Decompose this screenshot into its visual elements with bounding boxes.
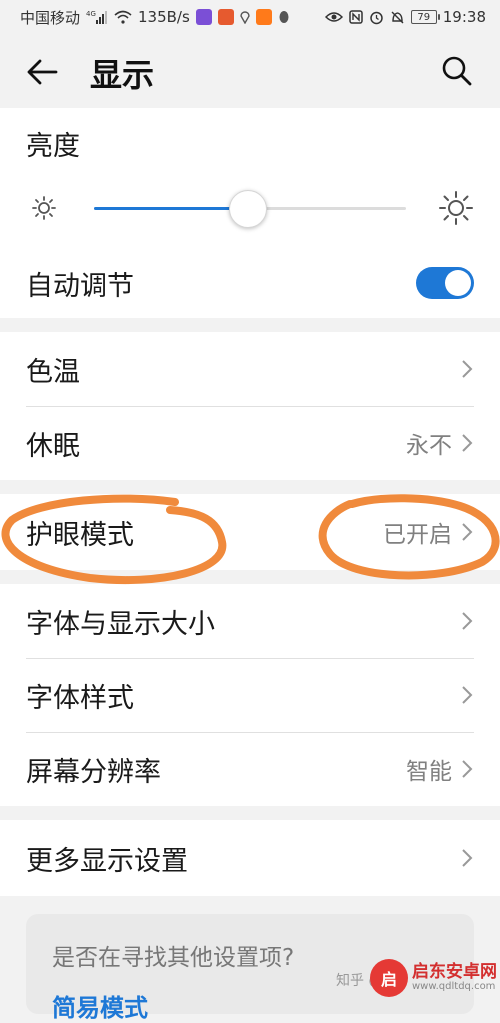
- chevron-right-icon: [462, 686, 473, 704]
- alarm-icon: [369, 10, 384, 25]
- simple-mode-link[interactable]: 简易模式: [52, 988, 148, 1023]
- carrier-label: 中国移动: [20, 8, 81, 27]
- qq-icon: [278, 10, 290, 24]
- chevron-right-icon: [462, 523, 473, 541]
- network-badge: 4G: [86, 10, 96, 18]
- back-button[interactable]: [24, 54, 60, 90]
- brightness-high-icon: [439, 191, 473, 225]
- video-app-icon: [255, 9, 272, 25]
- search-icon: [442, 56, 472, 86]
- color-temp-label: 色温: [26, 356, 80, 388]
- eye-comfort-row[interactable]: 护眼模式 已开启: [0, 494, 500, 570]
- font-size-row[interactable]: 字体与显示大小: [0, 584, 500, 658]
- sleep-row[interactable]: 休眠 永不: [0, 406, 500, 480]
- font-style-row[interactable]: 字体样式: [0, 658, 500, 732]
- sleep-value: 永不: [406, 433, 452, 459]
- chevron-right-icon: [462, 612, 473, 630]
- brightness-title: 亮度: [26, 131, 80, 162]
- arrow-left-icon: [27, 59, 58, 85]
- brightness-low-icon: [32, 196, 56, 220]
- signal-icon: 4G: [86, 10, 108, 24]
- slider-fill: [94, 207, 247, 210]
- suggestion-title: 是否在寻找其他设置项?: [52, 945, 295, 971]
- slider-track[interactable]: [94, 190, 406, 228]
- eye-comfort-card: 护眼模式 已开启: [0, 494, 500, 570]
- nfc-icon: [349, 10, 363, 24]
- search-button[interactable]: [438, 52, 476, 90]
- resolution-row[interactable]: 屏幕分辨率 智能: [0, 732, 500, 806]
- eye-comfort-value: 已开启: [383, 522, 452, 548]
- chevron-right-icon: [462, 849, 473, 867]
- more-display-row[interactable]: 更多显示设置: [0, 820, 500, 896]
- resolution-label: 屏幕分辨率: [26, 756, 161, 788]
- app-notification-icon: [217, 9, 234, 25]
- brightness-slider[interactable]: [26, 180, 474, 236]
- site-url: www.qdltdq.com: [412, 980, 496, 992]
- auto-adjust-toggle[interactable]: [416, 267, 474, 299]
- mute-icon: [390, 10, 405, 25]
- settings-group-3: 更多显示设置: [0, 820, 500, 896]
- chevron-right-icon: [462, 434, 473, 452]
- site-logo-icon: 启: [370, 959, 408, 997]
- font-style-label: 字体样式: [26, 682, 134, 714]
- color-temp-row[interactable]: 色温: [0, 332, 500, 406]
- site-brand: 启东安卓网: [412, 961, 497, 982]
- wifi-icon: [114, 10, 132, 24]
- app-notification-icon: [195, 9, 212, 25]
- sleep-label: 休眠: [26, 430, 80, 462]
- slider-thumb[interactable]: [228, 190, 267, 228]
- auto-adjust-row[interactable]: 自动调节: [0, 248, 500, 318]
- more-display-label: 更多显示设置: [26, 845, 188, 877]
- font-size-label: 字体与显示大小: [26, 608, 215, 640]
- page-title: 显示: [90, 56, 155, 94]
- auto-adjust-label: 自动调节: [26, 270, 134, 302]
- resolution-value: 智能: [406, 759, 452, 785]
- eye-icon: [324, 11, 343, 23]
- eye-comfort-label: 护眼模式: [26, 519, 134, 551]
- settings-group-2: 字体与显示大小 字体样式 屏幕分辨率 智能: [0, 584, 500, 806]
- clock: 19:38: [442, 8, 486, 26]
- net-speed: 135B/s: [138, 8, 190, 26]
- toggle-knob: [445, 270, 471, 296]
- location-icon: [240, 10, 250, 24]
- status-bar: 中国移动 4G 135B/s 79 19:38: [0, 0, 500, 34]
- site-watermark: 启 启东安卓网 www.qdltdq.com: [370, 956, 500, 1000]
- settings-group-1: 色温 休眠 永不: [0, 332, 500, 480]
- brightness-card: 亮度 自动调节: [0, 108, 500, 318]
- chevron-right-icon: [462, 360, 473, 378]
- chevron-right-icon: [462, 760, 473, 778]
- app-header: 显示: [0, 34, 500, 108]
- battery-indicator: 79: [410, 10, 440, 24]
